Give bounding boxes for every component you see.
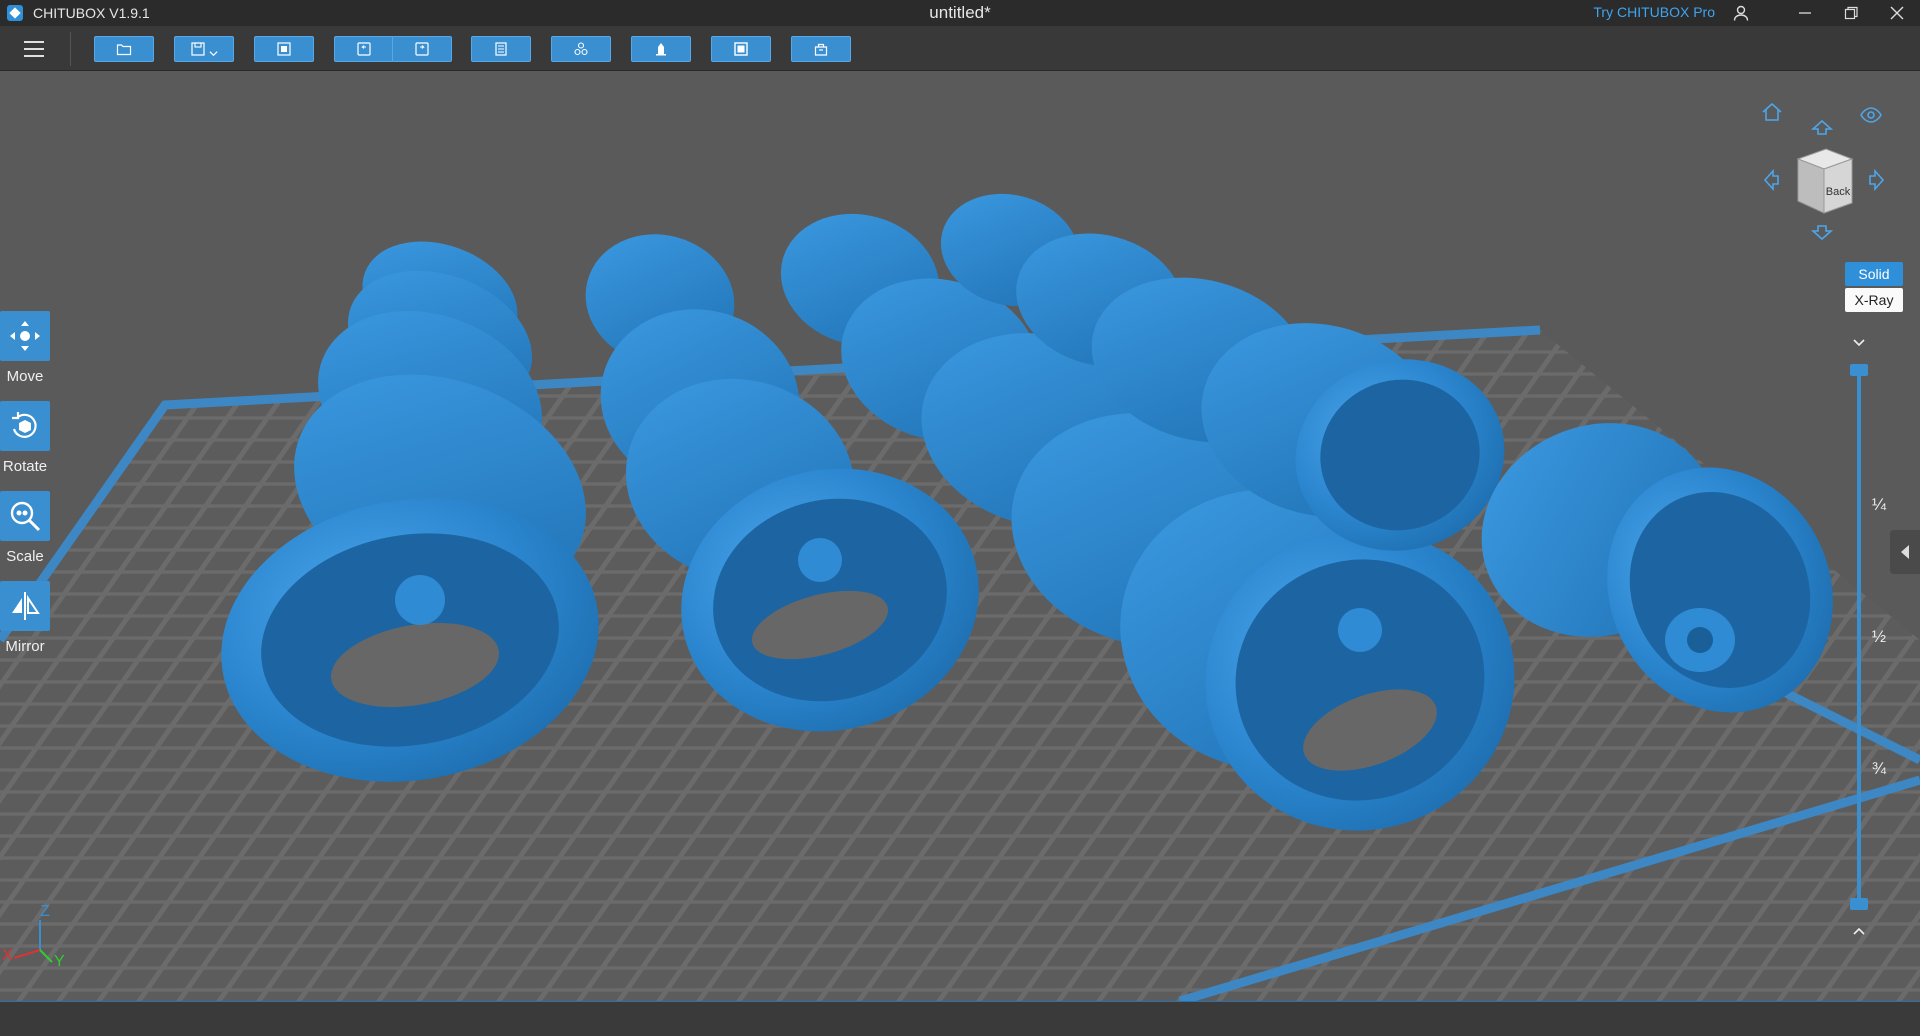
arrange-icon <box>574 42 588 56</box>
app-logo-icon <box>7 5 23 21</box>
redo-button[interactable] <box>392 36 452 62</box>
layer-slider-top-handle[interactable] <box>1850 364 1868 376</box>
triangle-left-icon <box>1901 545 1909 559</box>
scale-tool[interactable]: Scale <box>0 491 52 565</box>
mirror-tool-button[interactable] <box>0 581 50 631</box>
3d-viewport[interactable]: Z X Y <box>0 71 1920 1001</box>
view-right-arrow-icon[interactable] <box>1864 168 1888 192</box>
title-bar: CHITUBOX V1.9.1 untitled* Try CHITUBOX P… <box>0 0 1920 26</box>
view-cube-face-label: Back <box>1826 186 1851 198</box>
hollow-button[interactable] <box>711 36 771 62</box>
home-view-icon[interactable] <box>1760 100 1784 124</box>
support-icon <box>656 43 666 56</box>
menu-icon-line <box>24 41 44 43</box>
slice-button[interactable] <box>791 36 851 62</box>
fit-view-button[interactable] <box>254 36 314 62</box>
redo-icon <box>415 42 429 56</box>
toolbar-divider <box>70 32 71 66</box>
move-icon <box>10 321 40 351</box>
rotate-tool[interactable]: Rotate <box>0 401 52 475</box>
layout-button[interactable] <box>471 36 531 62</box>
user-icon[interactable] <box>1732 4 1750 22</box>
scale-label: Scale <box>6 548 44 565</box>
save-file-button[interactable] <box>174 36 234 62</box>
app-name: CHITUBOX V1.9.1 <box>33 5 150 21</box>
support-button[interactable] <box>631 36 691 62</box>
chevron-up-icon[interactable] <box>1850 924 1868 938</box>
status-bar <box>0 1001 1920 1036</box>
undo-button[interactable] <box>334 36 394 62</box>
menu-icon-line <box>24 48 44 50</box>
layer-slider-bottom-handle[interactable] <box>1850 898 1868 910</box>
view-down-arrow-icon[interactable] <box>1810 220 1834 244</box>
mirror-tool[interactable]: Mirror <box>0 581 52 655</box>
expand-panel-button[interactable] <box>1890 530 1920 574</box>
close-button[interactable] <box>1874 0 1920 26</box>
layer-slider-track[interactable] <box>1857 369 1861 905</box>
axis-x-label: X <box>2 947 13 964</box>
open-icon <box>116 44 132 56</box>
arrange-button[interactable] <box>551 36 611 62</box>
chevron-down-icon[interactable] <box>1850 336 1868 350</box>
scale-icon <box>10 501 41 532</box>
mirror-label: Mirror <box>5 638 45 655</box>
slider-mark-half: ½ <box>1871 627 1887 646</box>
slider-mark-quarter: ¼ <box>1871 495 1887 514</box>
build-plate-scene: Z X Y <box>0 193 1920 1001</box>
xray-mode-button[interactable]: X-Ray <box>1845 288 1903 312</box>
hollow-icon <box>734 42 748 56</box>
minimize-icon <box>1799 12 1811 14</box>
move-tool[interactable]: Move <box>0 311 52 385</box>
rotate-tool-button[interactable] <box>0 401 50 451</box>
open-file-button[interactable] <box>94 36 154 62</box>
view-up-arrow-icon[interactable] <box>1810 116 1834 140</box>
close-icon <box>1890 6 1904 20</box>
view-cube[interactable]: Back <box>1790 145 1856 217</box>
eye-icon[interactable] <box>1859 103 1883 127</box>
restore-button[interactable] <box>1828 0 1874 26</box>
layout-icon <box>495 42 507 56</box>
rotate-icon <box>12 412 37 438</box>
axis-z-label: Z <box>40 903 50 920</box>
try-pro-link[interactable]: Try CHITUBOX Pro <box>1593 4 1715 20</box>
scale-tool-button[interactable] <box>0 491 50 541</box>
chevron-down-icon <box>209 50 218 56</box>
slider-mark-three-quarter: ¾ <box>1871 759 1887 778</box>
solid-mode-button[interactable]: Solid <box>1845 262 1903 286</box>
save-icon <box>191 42 205 56</box>
minimize-button[interactable] <box>1782 0 1828 26</box>
restore-icon <box>1844 6 1858 20</box>
menu-icon-line <box>24 55 44 57</box>
undo-icon <box>357 42 371 56</box>
move-label: Move <box>6 368 44 385</box>
mirror-icon <box>12 592 40 620</box>
slice-icon <box>814 43 828 56</box>
hamburger-menu-button[interactable] <box>16 36 52 62</box>
rotate-label: Rotate <box>2 458 48 475</box>
fit-icon <box>277 42 291 56</box>
main-toolbar <box>0 26 1920 71</box>
view-left-arrow-icon[interactable] <box>1760 168 1784 192</box>
move-tool-button[interactable] <box>0 311 50 361</box>
axis-y-label: Y <box>54 953 65 970</box>
